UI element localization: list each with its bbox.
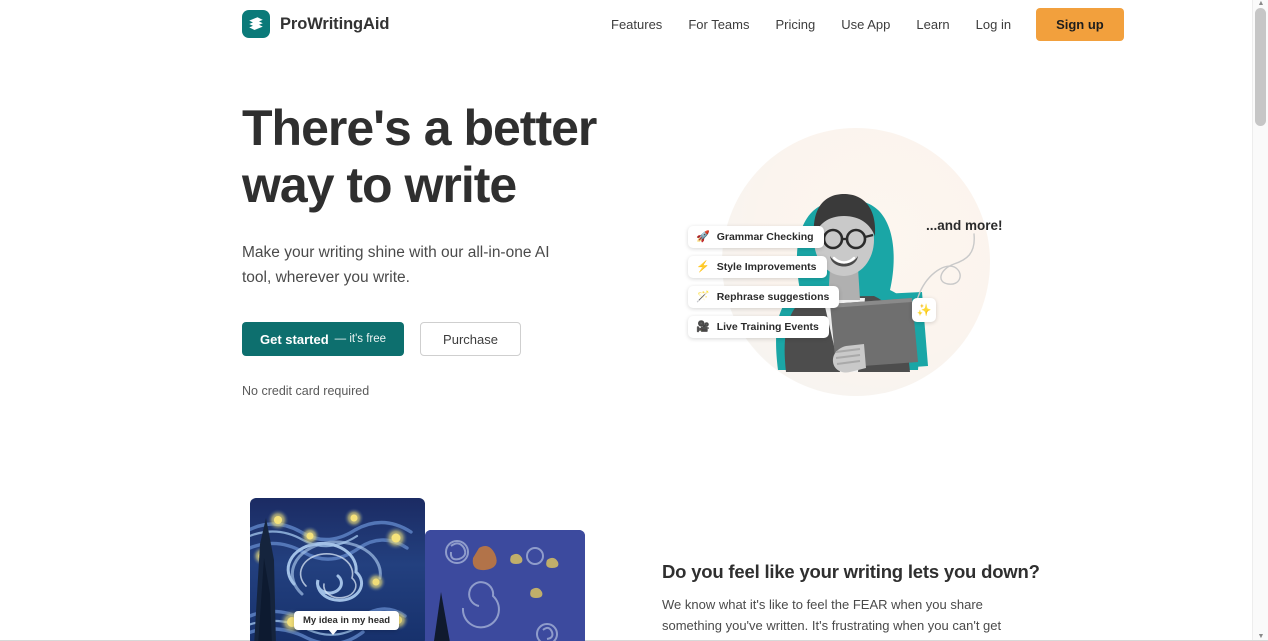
video-camera-icon: 🎥: [696, 320, 710, 333]
sign-up-button[interactable]: Sign up: [1036, 7, 1124, 41]
scrollbar-up-arrow-icon[interactable]: ▲: [1253, 0, 1268, 8]
brand-name: ProWritingAid: [280, 14, 390, 33]
hero-copy: There's a better way to write Make your …: [242, 100, 642, 398]
hero-actions: Get started — it's free Purchase: [242, 322, 642, 357]
sparkles-icon: ✨: [916, 303, 932, 317]
magic-wand-icon: 🪄: [696, 290, 710, 303]
get-started-label: Get started: [260, 331, 329, 347]
rocket-icon: 🚀: [696, 230, 710, 243]
my-idea-caption: My idea in my head: [294, 611, 400, 635]
get-started-sublabel: — it's free: [334, 333, 387, 346]
section-two-copy: Do you feel like your writing lets you d…: [662, 561, 1040, 641]
feature-pill-grammar-checking[interactable]: 🚀 Grammar Checking: [688, 226, 824, 248]
site-header: ProWritingAid Features For Teams Pricing…: [0, 0, 1252, 48]
painting-collage: My idea in my head: [250, 498, 590, 641]
nav-item-features[interactable]: Features: [598, 11, 675, 38]
feature-pill-label: Grammar Checking: [716, 231, 814, 243]
nav-item-use-app[interactable]: Use App: [828, 11, 903, 38]
stacked-pages-logo-icon: [242, 10, 270, 38]
no-credit-card-note: No credit card required: [242, 384, 370, 399]
and-more-label: ...and more!: [926, 218, 1003, 233]
hero-section: There's a better way to write Make your …: [0, 48, 1252, 478]
page-canvas: ProWritingAid Features For Teams Pricing…: [0, 0, 1252, 641]
feature-pill-label: Live Training Events: [716, 321, 819, 333]
hero-subtitle: Make your writing shine with our all-in-…: [242, 244, 550, 287]
section-two-title: Do you feel like your writing lets you d…: [662, 561, 1040, 582]
purchase-button[interactable]: Purchase: [420, 322, 521, 357]
sparkles-icon-badge: ✨: [912, 298, 936, 322]
feature-pill-label: Rephrase suggestions: [716, 291, 830, 303]
scrollbar-thumb[interactable]: [1255, 8, 1266, 126]
nav-item-learn[interactable]: Learn: [903, 11, 962, 38]
section-two-body: We know what it's like to feel the FEAR …: [662, 597, 1002, 641]
feature-pill-live-training-events[interactable]: 🎥 Live Training Events: [688, 316, 829, 338]
hero-title: There's a better way to write: [242, 100, 597, 213]
hero-illustration: 🚀 Grammar Checking ⚡ Style Improvements …: [660, 100, 1020, 440]
nav-item-pricing[interactable]: Pricing: [762, 11, 828, 38]
nav-item-for-teams[interactable]: For Teams: [675, 11, 762, 38]
flat-painting-card: [425, 530, 585, 641]
feature-pill-label: Style Improvements: [716, 261, 817, 273]
vertical-scrollbar[interactable]: ▲ ▼: [1252, 0, 1268, 641]
flat-painting-illustration: [425, 530, 585, 641]
feature-pill-rephrase-suggestions[interactable]: 🪄 Rephrase suggestions: [688, 286, 840, 308]
main-nav: Features For Teams Pricing Use App Learn…: [598, 0, 1124, 48]
feature-pill-list: 🚀 Grammar Checking ⚡ Style Improvements …: [688, 226, 840, 338]
brand-logo-link[interactable]: ProWritingAid: [242, 10, 389, 38]
lightning-bolt-icon: ⚡: [696, 260, 710, 273]
nav-item-log-in[interactable]: Log in: [963, 11, 1024, 38]
feature-pill-style-improvements[interactable]: ⚡ Style Improvements: [688, 256, 827, 278]
get-started-button[interactable]: Get started — it's free: [242, 322, 405, 357]
writing-lets-you-down-section: My idea in my head Do you feel like your…: [0, 478, 1252, 641]
